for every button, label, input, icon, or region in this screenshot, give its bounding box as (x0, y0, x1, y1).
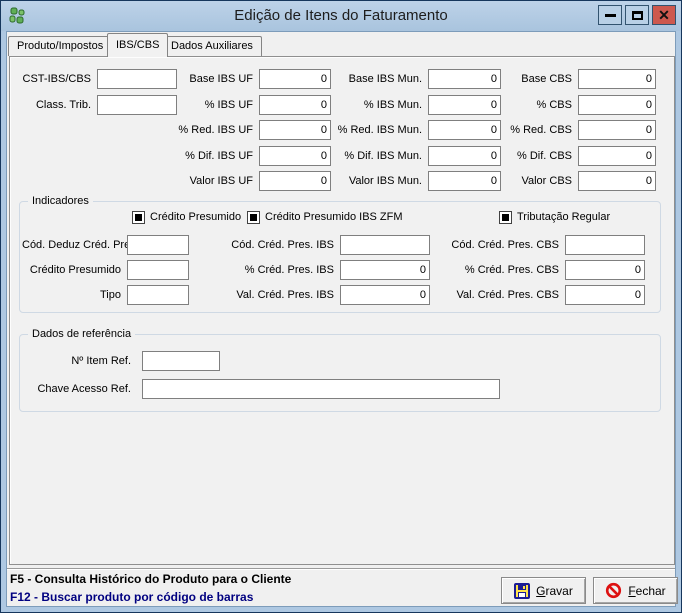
valor-ibs-mun-input[interactable] (428, 171, 501, 191)
pct-dif-ibs-uf-input[interactable] (259, 146, 331, 166)
chave-acesso-ref-input[interactable] (142, 379, 500, 399)
tax-row-base: CST-IBS/CBS Base IBS UF Base IBS Mun. Ba… (9, 69, 656, 89)
pct-red-cbs-label: % Red. CBS (501, 120, 578, 140)
cod-cred-pres-cbs-input[interactable] (565, 235, 645, 255)
checkbox-credito-presumido-label: Crédito Presumido (150, 211, 241, 223)
pct-cred-pres-cbs-label: % Créd. Pres. CBS (430, 260, 565, 280)
tax-row-percent: Class. Trib. % IBS UF % IBS Mun. % CBS (9, 95, 656, 115)
cod-deduz-cred-pres-label: Cód. Deduz Créd. Pres. (22, 235, 127, 255)
credito-presumido-label: Crédito Presumido (22, 260, 127, 280)
pct-dif-cbs-label: % Dif. CBS (501, 146, 578, 166)
pct-ibs-mun-input[interactable] (428, 95, 501, 115)
fechar-button[interactable]: Fechar (593, 577, 678, 604)
cod-cred-pres-cbs-label: Cód. Créd. Pres. CBS (430, 235, 565, 255)
class-trib-input[interactable] (97, 95, 177, 115)
pct-cbs-label: % CBS (501, 95, 578, 115)
tax-row-red: % Red. IBS UF % Red. IBS Mun. % Red. CBS (9, 120, 656, 140)
pct-dif-ibs-mun-input[interactable] (428, 146, 501, 166)
pct-red-ibs-uf-label: % Red. IBS UF (177, 120, 259, 140)
base-cbs-label: Base CBS (501, 69, 578, 89)
pct-red-cbs-input[interactable] (578, 120, 656, 140)
pct-red-ibs-uf-input[interactable] (259, 120, 331, 140)
pct-cred-pres-ibs-label: % Créd. Pres. IBS (189, 260, 340, 280)
tab-ibs-cbs[interactable]: IBS/CBS (107, 33, 168, 57)
base-ibs-mun-input[interactable] (428, 69, 501, 89)
pct-dif-cbs-input[interactable] (578, 146, 656, 166)
val-cred-pres-ibs-input[interactable] (340, 285, 430, 305)
indicadores-row-val: Tipo Val. Créd. Pres. IBS Val. Créd. Pre… (22, 285, 647, 305)
cod-cred-pres-ibs-label: Cód. Créd. Pres. IBS (189, 235, 340, 255)
pct-red-ibs-mun-label: % Red. IBS Mun. (331, 120, 428, 140)
checkbox-filled-icon (132, 211, 145, 224)
item-ref-input[interactable] (142, 351, 220, 371)
base-ibs-uf-label: Base IBS UF (177, 69, 259, 89)
indicadores-group: Indicadores Crédito Presumido Crédito Pr… (19, 201, 661, 313)
indicadores-row-cod: Cód. Deduz Créd. Pres. Cód. Créd. Pres. … (22, 235, 647, 255)
base-ibs-uf-input[interactable] (259, 69, 331, 89)
floppy-disk-icon (514, 583, 530, 599)
indicadores-title: Indicadores (28, 194, 93, 208)
checkbox-credito-presumido-ibs-zfm[interactable]: Crédito Presumido IBS ZFM (247, 210, 403, 224)
valor-ibs-uf-input[interactable] (259, 171, 331, 191)
tipo-input[interactable] (127, 285, 189, 305)
val-cred-pres-cbs-label: Val. Créd. Pres. CBS (430, 285, 565, 305)
pct-cbs-input[interactable] (578, 95, 656, 115)
gravar-button[interactable]: Gravar (501, 577, 586, 604)
pct-red-ibs-mun-input[interactable] (428, 120, 501, 140)
class-trib-label: Class. Trib. (9, 95, 97, 115)
referencia-title: Dados de referência (28, 327, 135, 341)
base-cbs-input[interactable] (578, 69, 656, 89)
tax-row-valor: Valor IBS UF Valor IBS Mun. Valor CBS (9, 171, 656, 191)
base-ibs-mun-label: Base IBS Mun. (331, 69, 428, 89)
indicadores-row-pct: Crédito Presumido % Créd. Pres. IBS % Cr… (22, 260, 647, 280)
valor-cbs-label: Valor CBS (501, 171, 578, 191)
chave-acesso-ref-label: Chave Acesso Ref. (20, 379, 137, 399)
tipo-label: Tipo (22, 285, 127, 305)
tax-row-dif: % Dif. IBS UF % Dif. IBS Mun. % Dif. CBS (9, 146, 656, 166)
cod-deduz-cred-pres-input[interactable] (127, 235, 189, 255)
valor-ibs-uf-label: Valor IBS UF (177, 171, 259, 191)
fechar-label: Fechar (628, 584, 665, 598)
app-window: Edição de Itens do Faturamento ✕ Produto… (0, 0, 682, 613)
valor-ibs-mun-label: Valor IBS Mun. (331, 171, 428, 191)
tab-dados-auxiliares[interactable]: Dados Auxiliares (162, 36, 262, 56)
checkbox-credito-presumido-ibs-zfm-label: Crédito Presumido IBS ZFM (265, 211, 403, 223)
tab-produto-impostos[interactable]: Produto/Impostos (8, 36, 112, 56)
no-entry-icon (605, 582, 622, 599)
checkbox-tributacao-regular[interactable]: Tributação Regular (499, 210, 610, 224)
pct-cred-pres-cbs-input[interactable] (565, 260, 645, 280)
pct-ibs-mun-label: % IBS Mun. (331, 95, 428, 115)
pct-ibs-uf-label: % IBS UF (177, 95, 259, 115)
hint-f12: F12 - Buscar produto por código de barra… (10, 590, 253, 604)
checkbox-tributacao-regular-label: Tributação Regular (517, 211, 610, 223)
referencia-group: Dados de referência Nº Item Ref. Chave A… (19, 334, 661, 412)
pct-ibs-uf-input[interactable] (259, 95, 331, 115)
footer-separator (7, 568, 675, 570)
valor-cbs-input[interactable] (578, 171, 656, 191)
pct-dif-ibs-mun-label: % Dif. IBS Mun. (331, 146, 428, 166)
cst-ibs-cbs-label: CST-IBS/CBS (9, 69, 97, 89)
hint-f5: F5 - Consulta Histórico do Produto para … (10, 572, 291, 586)
item-ref-label: Nº Item Ref. (20, 351, 137, 371)
cst-ibs-cbs-input[interactable] (97, 69, 177, 89)
gravar-label: Gravar (536, 584, 573, 598)
val-cred-pres-ibs-label: Val. Créd. Pres. IBS (189, 285, 340, 305)
credito-presumido-input[interactable] (127, 260, 189, 280)
pct-cred-pres-ibs-input[interactable] (340, 260, 430, 280)
cod-cred-pres-ibs-input[interactable] (340, 235, 430, 255)
pct-dif-ibs-uf-label: % Dif. IBS UF (177, 146, 259, 166)
checkbox-credito-presumido[interactable]: Crédito Presumido (132, 210, 241, 224)
val-cred-pres-cbs-input[interactable] (565, 285, 645, 305)
checkbox-filled-icon (247, 211, 260, 224)
checkbox-filled-icon (499, 211, 512, 224)
